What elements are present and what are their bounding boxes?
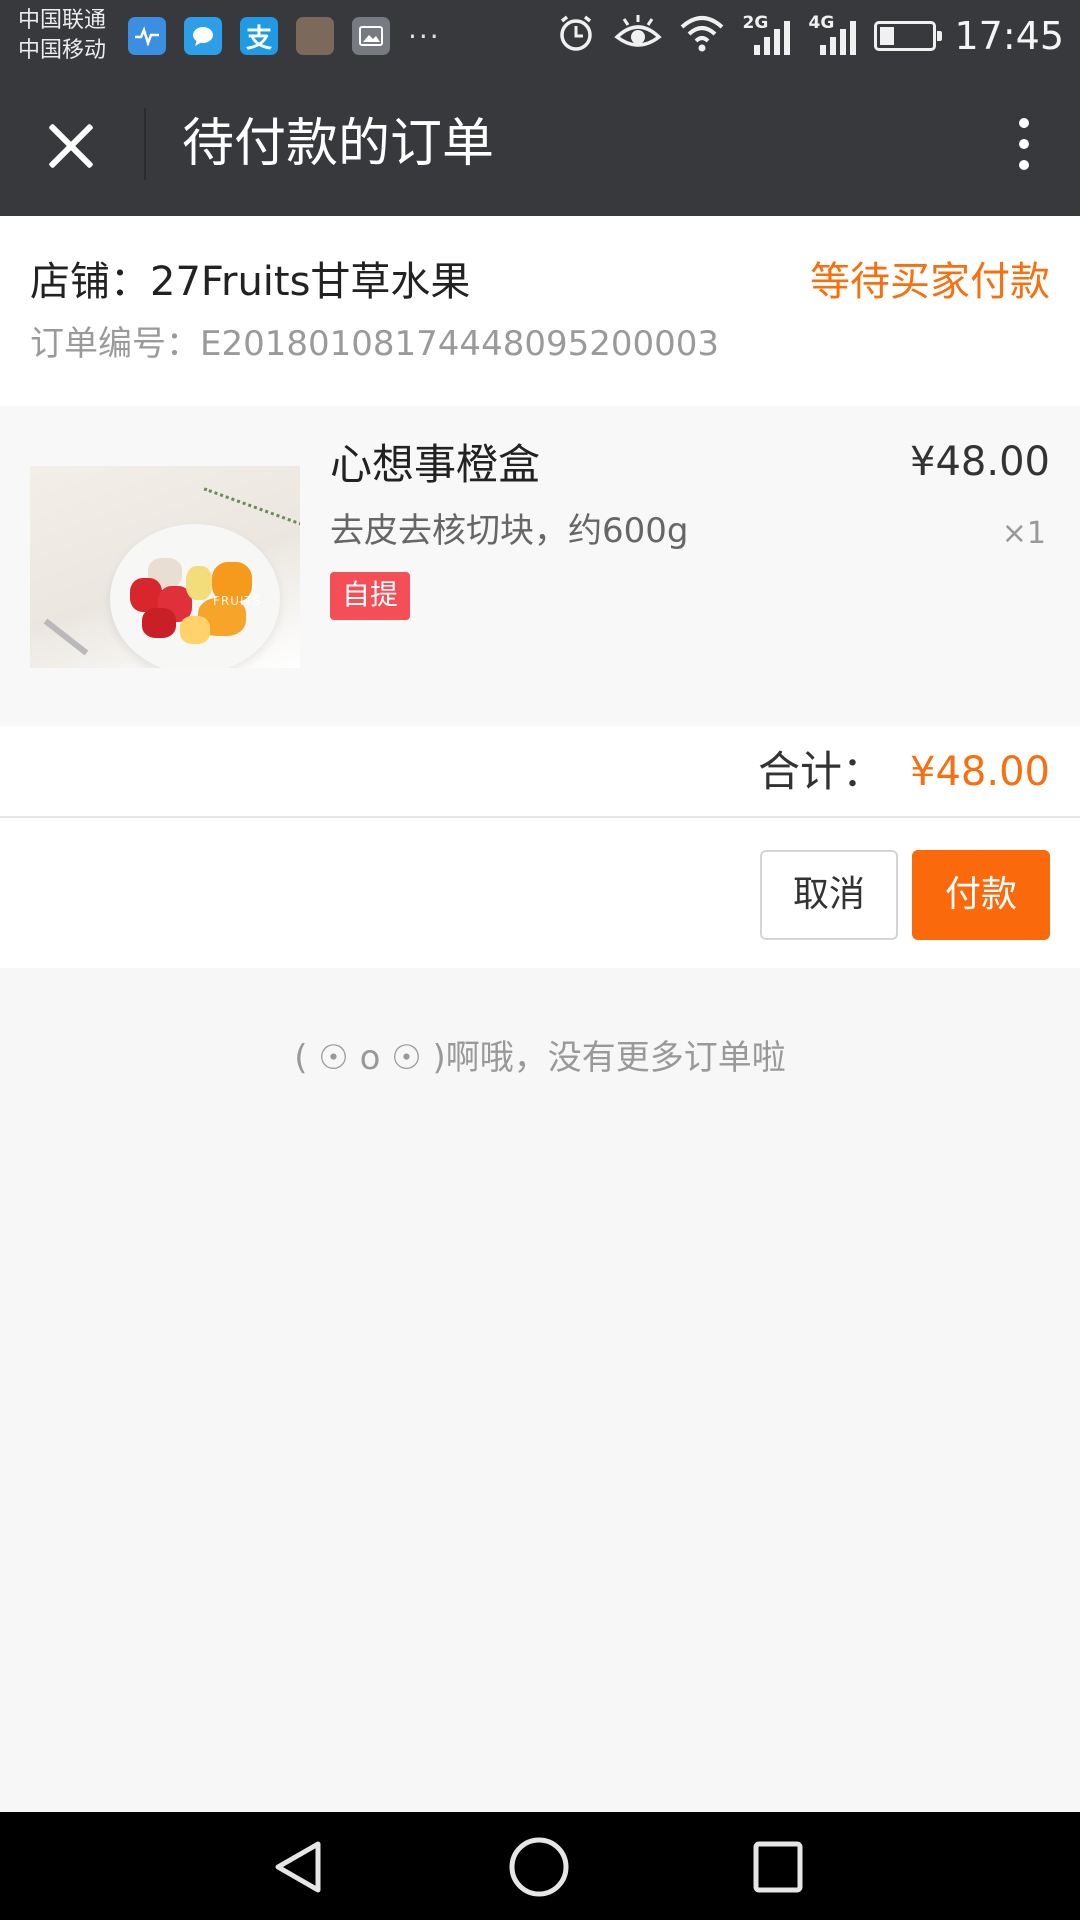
order-header: 店铺：27Fruits甘草水果 等待买家付款 订单编号：E20180108174… [0,216,1080,406]
battery-icon [874,21,943,51]
store-name[interactable]: 店铺：27Fruits甘草水果 [30,254,470,310]
carrier-2: 中国移动 [18,38,107,63]
cancel-button[interactable]: 取消 [760,850,898,940]
chat-app-icon [184,17,222,55]
product-price: ¥48.00 [910,439,1050,485]
eye-comfort-icon [614,13,663,59]
pay-button[interactable]: 付款 [912,850,1050,940]
notification-icons: 支 ··· [128,16,441,56]
title-divider [144,108,146,180]
photo-app-icon [352,17,390,55]
wifi-icon [680,13,724,59]
product-image[interactable]: FRUITS [30,466,300,668]
status-bar: 中国联通 中国移动 支 ··· 2G 4G 17:45 [0,0,1080,72]
product-spec: 去皮去核切块，约600g [330,511,689,551]
status-icons: 2G 4G 17:45 [556,10,1064,62]
total-amount: ¥48.00 [910,749,1050,795]
more-notifications: ··· [408,19,441,53]
image-watermark: FRUITS [213,594,262,608]
no-more-orders-text: ( ☉ o ☉ )啊哦，没有更多订单啦 [294,1038,786,1078]
order-total-row: 合计： ¥48.00 [0,726,1080,818]
product-name[interactable]: 心想事橙盒 [330,436,540,494]
title-bar: 待付款的订单 [0,72,1080,216]
total-label: 合计： [757,747,884,796]
order-actions: 取消 付款 [0,818,1080,968]
clock: 17:45 [954,14,1064,58]
alipay-app-icon: 支 [240,17,278,55]
page-title: 待付款的订单 [182,114,495,174]
order-status: 等待买家付款 [810,259,1050,305]
more-vertical-icon[interactable] [1000,110,1048,178]
health-app-icon [128,17,166,55]
alarm-icon [556,13,596,59]
signal-icon-2g: 2G [742,13,791,57]
order-item[interactable]: FRUITS 心想事橙盒 去皮去核切块，约600g 自提 ¥48.00 ×1 [0,406,1080,726]
carrier-1: 中国联通 [18,8,107,33]
system-nav-bar [0,1812,1080,1920]
signal-icon-4g: 4G [808,13,857,57]
product-quantity: ×1 [1001,516,1046,551]
gallery-app-icon [296,17,334,55]
order-number: 订单编号：E20180108174448095200003 [30,324,720,364]
pickup-tag: 自提 [330,572,411,620]
home-icon[interactable] [508,1836,570,1898]
close-icon[interactable] [40,116,102,178]
recent-apps-icon[interactable] [752,1840,804,1894]
carrier-info: 中国联通 中国移动 [18,6,106,66]
order-page: 中国联通 中国移动 支 ··· 2G 4G 17:45 待付款的订单 店铺：27… [0,0,1080,1920]
